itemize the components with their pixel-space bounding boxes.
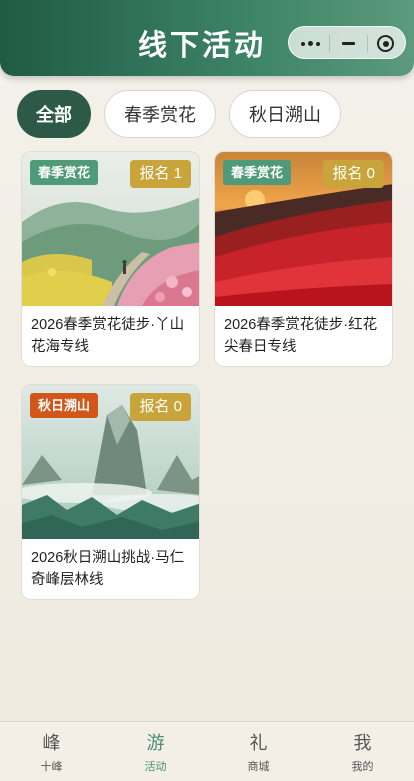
category-badge: 春季赏花 [30,160,99,185]
signup-count-badge: 报名 0 [130,393,191,421]
close-icon[interactable] [374,33,398,54]
minimize-icon[interactable] [335,33,361,54]
more-options-icon[interactable] [299,35,323,52]
category-filter-bar: 全部 春季赏花 秋日溯山 [0,90,414,140]
signup-count-badge: 报名 0 [323,160,384,188]
page-title: 线下活动 [138,28,267,62]
tab-shop[interactable]: 礼 商城 [207,722,310,781]
activity-title: 2026春季赏花徒步·红花尖春日专线 [224,317,378,355]
mini-program-capsule [288,26,406,59]
tab-label: 活动 [144,761,167,773]
profile-icon: 我 [353,733,372,753]
gift-icon: 礼 [249,733,268,753]
category-badge: 秋日溯山 [30,393,99,418]
filter-chip-spring[interactable]: 春季赏花 [104,90,216,138]
tab-label: 商城 [247,761,270,773]
travel-icon: 游 [146,733,165,753]
filter-chip-all[interactable]: 全部 [17,90,91,138]
filter-chip-autumn[interactable]: 秋日溯山 [229,90,341,138]
activity-card[interactable]: 秋日溯山 报名 0 2026秋日溯山挑战·马仁奇峰层林线 [21,384,200,600]
header-bar: 线下活动 [0,0,414,76]
tab-activities[interactable]: 游 活动 [104,722,207,781]
tab-peaks[interactable]: 峰 十峰 [0,722,103,781]
tab-label: 我的 [351,761,374,773]
activity-card[interactable]: 春季赏花 报名 0 2026春季赏花徒步·红花尖春日专线 [214,151,393,367]
tab-profile[interactable]: 我 我的 [311,722,414,781]
peak-icon: 峰 [42,733,61,753]
activity-title: 2026秋日溯山挑战·马仁奇峰层林线 [31,550,185,588]
bottom-tab-bar: 峰 十峰 游 活动 礼 商城 我 我的 [0,721,414,781]
activity-card[interactable]: 春季赏花 报名 1 2026春季赏花徒步·丫山花海专线 [21,151,200,367]
signup-count-badge: 报名 1 [130,160,191,188]
tab-label: 十峰 [40,761,63,773]
activity-title: 2026春季赏花徒步·丫山花海专线 [31,317,185,355]
category-badge: 春季赏花 [223,160,292,185]
